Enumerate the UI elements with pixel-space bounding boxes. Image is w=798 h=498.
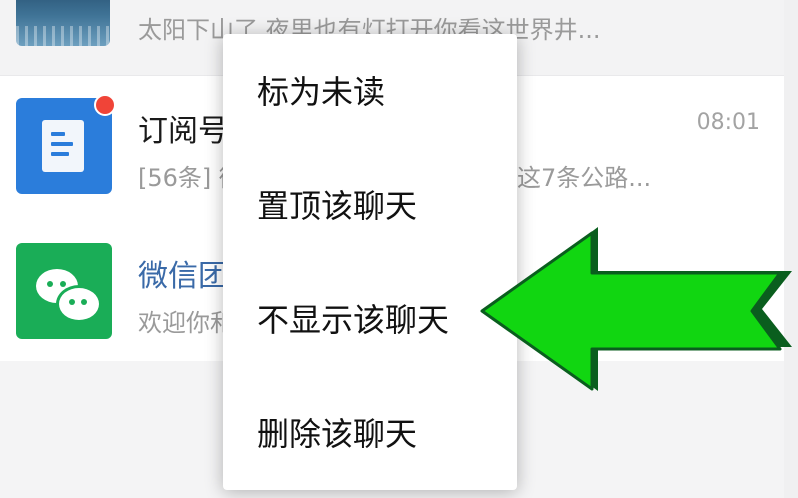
menu-item-hide-chat[interactable]: 不显示该聊天 — [257, 300, 449, 340]
chat-time: 08:01 — [696, 110, 760, 135]
chat-avatar-photo — [16, 0, 110, 46]
chat-name: 订阅号 — [138, 114, 228, 149]
menu-item-mark-unread[interactable]: 标为未读 — [257, 72, 385, 112]
context-menu: 标为未读 置顶该聊天 不显示该聊天 删除该聊天 — [223, 34, 517, 490]
menu-item-delete-chat[interactable]: 删除该聊天 — [257, 414, 417, 454]
chat-preview-tail: 这7条公路... — [517, 164, 652, 192]
chat-preview: 欢迎你和 — [138, 309, 234, 337]
left-arrow-icon — [480, 227, 792, 391]
subscription-avatar — [16, 94, 116, 194]
chat-name: 微信团 — [138, 259, 228, 294]
wechat-team-avatar — [16, 243, 112, 339]
document-icon — [42, 120, 84, 172]
unread-dot-badge — [94, 94, 116, 116]
menu-item-pin-chat[interactable]: 置顶该聊天 — [257, 186, 417, 226]
